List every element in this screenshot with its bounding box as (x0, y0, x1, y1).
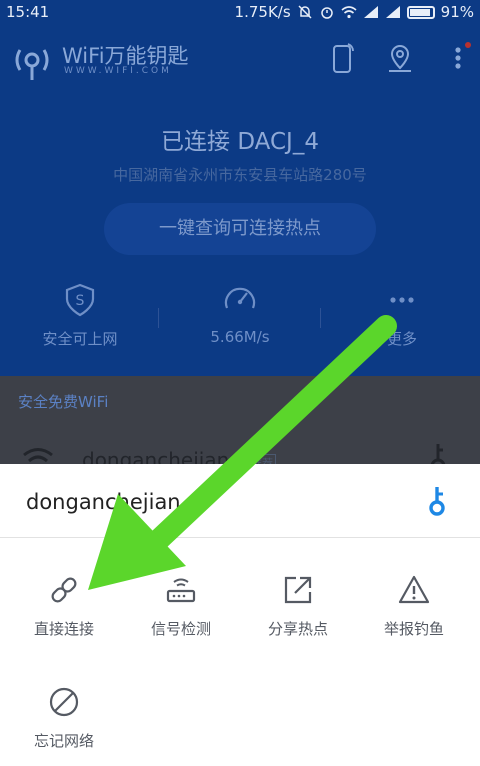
action-label: 信号检测 (150, 620, 211, 638)
share-hotspot-button[interactable]: 分享热点 (238, 574, 358, 639)
app-header: WiFi万能钥匙 WWW.WIFI.COM (0, 34, 480, 90)
alarm-icon (320, 7, 333, 19)
signal-icon-2 (385, 6, 400, 18)
status-right: 1.75K/s 91% (235, 3, 474, 21)
router-icon (166, 578, 196, 603)
location-text: 中国湖南省永州市东安县车站路280号 (113, 166, 367, 184)
stat-label: 5.66M/s (210, 328, 270, 346)
phone-icon[interactable] (328, 42, 356, 74)
stat-more[interactable]: 更多 (322, 282, 480, 349)
shield-icon: S (65, 283, 95, 317)
query-hotspots-button[interactable]: 一键查询可连接热点 (104, 203, 376, 255)
network-action-sheet: donganchejian 直接连接 信号检测 分享热点 举报钓鱼 忘记网络 (0, 464, 480, 766)
signal-icon (363, 6, 378, 18)
stat-label: 更多 (386, 330, 417, 348)
stat-label: 安全可上网 (42, 330, 118, 348)
action-label: 分享热点 (267, 620, 328, 638)
status-bar: 15:41 1.75K/s 91% (0, 0, 480, 26)
signal-check-button[interactable]: 信号检测 (121, 574, 241, 639)
wifi-key-logo-icon (15, 49, 49, 80)
direct-connect-button[interactable]: 直接连接 (4, 574, 124, 639)
connection-status: 已连接 DACJ_4 (161, 129, 319, 155)
share-icon (284, 576, 312, 604)
battery-level: 91% (440, 3, 474, 21)
mute-bell-icon (298, 5, 312, 19)
wifi-icon (341, 6, 357, 19)
action-label: 忘记网络 (33, 732, 94, 750)
more-vertical-icon[interactable] (444, 42, 472, 74)
stat-safe[interactable]: S 安全可上网 (0, 282, 160, 349)
stat-speed[interactable]: 5.66M/s (160, 282, 320, 346)
stat-divider (320, 308, 321, 328)
forget-network-button[interactable]: 忘记网络 (4, 686, 124, 751)
status-time: 15:41 (6, 3, 50, 21)
forbidden-icon (49, 687, 79, 717)
sheet-header: donganchejian (0, 464, 480, 538)
action-label: 举报钓鱼 (383, 620, 444, 638)
location-pin-icon[interactable] (386, 42, 414, 74)
section-title: 安全免费WiFi (18, 393, 109, 411)
brand-url: WWW.WIFI.COM (64, 66, 172, 76)
warning-icon (398, 575, 430, 604)
net-speed: 1.75K/s (234, 3, 291, 21)
stat-divider (158, 308, 159, 328)
action-label: 直接连接 (33, 620, 94, 638)
battery-icon (406, 5, 435, 19)
report-phishing-button[interactable]: 举报钓鱼 (354, 574, 474, 639)
more-dots-icon (390, 297, 414, 303)
speedometer-icon (224, 287, 256, 309)
key-icon[interactable] (424, 486, 450, 516)
link-icon (51, 577, 77, 603)
svg-text:S: S (76, 293, 85, 309)
sheet-network-name: donganchejian (26, 490, 181, 514)
stats-row: S 安全可上网 5.66M/s 更多 (0, 282, 480, 362)
